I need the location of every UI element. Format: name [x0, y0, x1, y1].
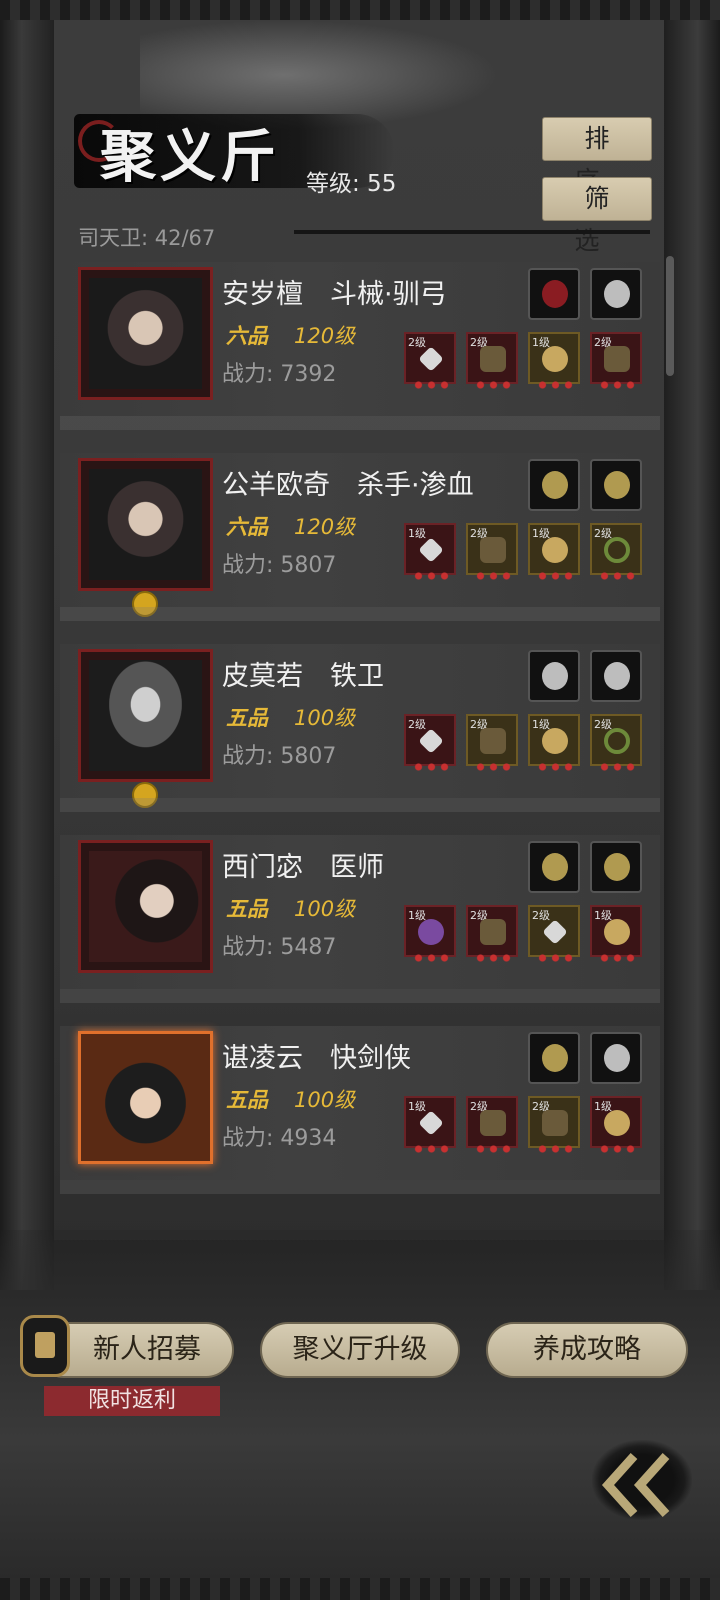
limited-rebate-tag[interactable]: 限时返利: [44, 1386, 220, 1416]
hero-power: 战力: 5807: [222, 553, 337, 578]
gold-badge-icon: [132, 591, 158, 617]
skill-mushroom-icon[interactable]: [528, 650, 580, 702]
equip-dagger-icon[interactable]: 1级: [404, 523, 456, 580]
left-pillar: [0, 20, 54, 1290]
hero-name: 谌凌云 快剑侠: [222, 1043, 411, 1074]
equip-level: 2级: [408, 718, 426, 731]
hero-level: 120级: [294, 324, 356, 348]
hero-card[interactable]: 谌凌云 快剑侠 五品 100级 战力: 4934 1级 2级 2级 1级: [60, 1026, 660, 1194]
equip-armor-icon[interactable]: 2级: [466, 332, 518, 389]
equip-armor-icon[interactable]: 2级: [466, 1096, 518, 1153]
skill-lotus-icon[interactable]: [528, 1032, 580, 1084]
hero-level: 100级: [294, 897, 356, 921]
equip-pouch-icon[interactable]: 1级: [590, 1096, 642, 1153]
hero-rank: 六品: [226, 515, 268, 539]
hero-power: 战力: 4934: [222, 1126, 337, 1151]
filter-button[interactable]: 筛选: [542, 177, 652, 255]
equip-darts-icon[interactable]: 2级: [404, 714, 456, 771]
equip-crossbow-icon[interactable]: 2级: [404, 332, 456, 389]
equip-level: 1级: [408, 527, 426, 540]
hero-portrait: [78, 267, 213, 400]
hero-name: 皮莫若 铁卫: [222, 661, 384, 692]
skill-fan-icon[interactable]: [528, 459, 580, 511]
skill-ginkgo-icon[interactable]: [528, 841, 580, 893]
skill-rabbit-icon[interactable]: [590, 1032, 642, 1084]
equip-pouch-icon[interactable]: 1级: [528, 523, 580, 580]
right-pillar: [664, 20, 720, 1290]
hero-level: 100级: [294, 1088, 356, 1112]
hall-level: 等级: 55: [306, 171, 397, 197]
hero-card[interactable]: 安岁檀 斗械·驯弓 六品 120级 战力: 7392 2级 2级 1级 2级: [60, 262, 660, 430]
hero-level: 100级: [294, 706, 356, 730]
hero-portrait: [78, 1031, 213, 1164]
gold-badge-icon: [132, 782, 158, 808]
hero-card[interactable]: 西门宓 医师 五品 100级 战力: 5487 1级 2级 2级 1级: [60, 835, 660, 1003]
hero-rank: 五品: [226, 897, 268, 921]
hero-card[interactable]: 公羊欧奇 杀手·渗血 六品 120级 战力: 5807 1级 2级 1级 2级: [60, 453, 660, 621]
equip-level: 2级: [532, 909, 550, 922]
hero-portrait: [78, 458, 213, 591]
hero-portrait: [78, 840, 213, 973]
equip-robe-icon[interactable]: 2级: [466, 523, 518, 580]
hero-rank: 六品: [226, 324, 268, 348]
double-chevron-left-icon: [601, 1452, 670, 1518]
equip-boots-icon[interactable]: 2级: [590, 332, 642, 389]
hero-power: 战力: 5807: [222, 744, 337, 769]
top-frame-border: [0, 0, 720, 20]
equip-pouch-icon[interactable]: 1级: [528, 714, 580, 771]
equip-pouch-icon[interactable]: 1级: [528, 332, 580, 389]
hero-portrait: [78, 649, 213, 782]
hero-name: 安岁檀 斗械·驯弓: [222, 279, 447, 310]
hero-power: 战力: 7392: [222, 362, 337, 387]
equip-ring-icon[interactable]: 2级: [590, 523, 642, 580]
hall-upgrade-button[interactable]: 聚义厅升级: [260, 1322, 460, 1378]
back-button[interactable]: [592, 1430, 696, 1526]
skill-helmet-icon[interactable]: [528, 268, 580, 320]
hero-rank: 五品: [226, 1088, 268, 1112]
skill-wolf-icon[interactable]: [590, 268, 642, 320]
sort-button[interactable]: 排序: [542, 117, 652, 195]
skill-mushroom-icon[interactable]: [590, 650, 642, 702]
skill-gourd-icon[interactable]: [590, 459, 642, 511]
page-title: 聚义斤: [100, 124, 280, 190]
hero-name: 西门宓 医师: [222, 852, 384, 883]
hero-level: 120级: [294, 515, 356, 539]
equip-sword-icon[interactable]: 1级: [404, 1096, 456, 1153]
training-guide-button[interactable]: 养成攻略: [486, 1322, 688, 1378]
hero-rank: 五品: [226, 706, 268, 730]
header-divider: [294, 230, 650, 234]
equip-level: 1级: [408, 1100, 426, 1113]
recruit-scroll-icon[interactable]: [20, 1315, 70, 1377]
equip-staff-icon[interactable]: 2级: [528, 905, 580, 962]
equip-pouch-icon[interactable]: 1级: [590, 905, 642, 962]
equip-level: 2级: [408, 336, 426, 349]
equip-gourd-icon[interactable]: 1级: [404, 905, 456, 962]
list-scrollbar[interactable]: [666, 256, 674, 376]
hero-power: 战力: 5487: [222, 935, 337, 960]
skill-ginkgo-icon[interactable]: [590, 841, 642, 893]
guard-count: 司天卫: 42/67: [78, 226, 216, 250]
hero-card[interactable]: 皮莫若 铁卫 五品 100级 战力: 5807 2级 2级 1级 2级: [60, 644, 660, 812]
equip-boots-icon[interactable]: 2级: [528, 1096, 580, 1153]
equip-ring-icon[interactable]: 2级: [590, 714, 642, 771]
hero-name: 公羊欧奇 杀手·渗血: [222, 470, 474, 501]
equip-robe-icon[interactable]: 2级: [466, 905, 518, 962]
equip-armor-icon[interactable]: 2级: [466, 714, 518, 771]
bottom-frame-border: [0, 1578, 720, 1600]
